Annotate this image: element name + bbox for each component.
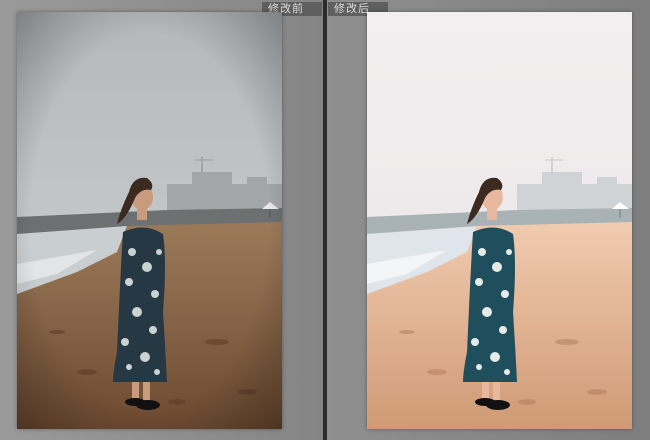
after-photo: [367, 12, 632, 429]
before-photo: [17, 12, 282, 429]
